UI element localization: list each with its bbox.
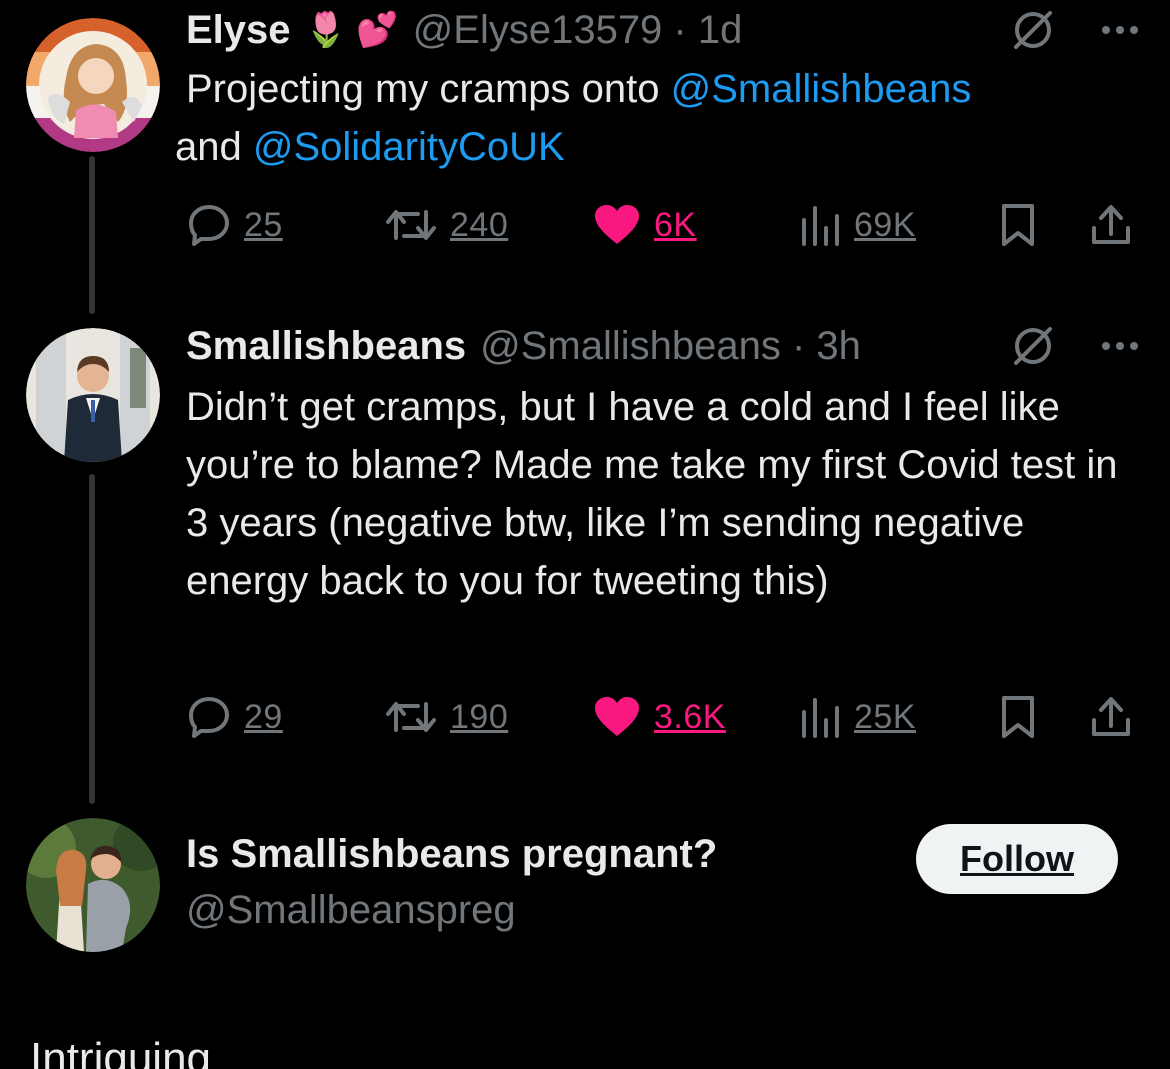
mention-smallishbeans[interactable]: @Smallishbeans — [671, 67, 972, 111]
thread-line — [89, 474, 95, 804]
tweet2-handle-time[interactable]: @Smallishbeans · 3h — [480, 324, 861, 369]
reply-icon — [189, 205, 229, 246]
grok-icon[interactable] — [1010, 323, 1056, 369]
views-button[interactable]: 69K — [798, 200, 916, 250]
avatar-smallishbeans-image — [26, 328, 160, 462]
views-icon — [802, 698, 839, 738]
reply-count: 29 — [244, 697, 283, 736]
retweet-icon — [386, 702, 436, 732]
mention-solidaritycouk[interactable]: @SolidarityCoUK — [253, 125, 565, 169]
avatar-smallbeanspreg-image — [26, 818, 160, 952]
views-count: 25K — [854, 697, 916, 736]
retweet-icon — [386, 210, 436, 240]
grok-icon[interactable] — [1010, 7, 1056, 53]
like-button[interactable]: 3.6K — [592, 692, 726, 742]
like-button[interactable]: 6K — [592, 200, 697, 250]
retweet-count: 190 — [450, 697, 509, 736]
avatar-elyse-image — [26, 18, 160, 152]
avatar-smallishbeans[interactable] — [26, 328, 160, 462]
tweet2-header-icons — [1010, 316, 1140, 376]
bookmark-button[interactable] — [998, 200, 1038, 250]
reply-icon — [189, 697, 229, 738]
heart-icon — [595, 697, 639, 736]
share-icon — [1092, 697, 1130, 736]
views-icon — [802, 206, 839, 246]
bookmark-icon — [1002, 204, 1034, 246]
tweet2-actions: 29 190 3.6K 25K — [186, 692, 1136, 742]
more-options-icon[interactable] — [1100, 23, 1140, 37]
tweet1-text-part: Projecting my cramps onto — [186, 67, 671, 111]
share-icon — [1092, 205, 1130, 244]
bookmark-icon — [1002, 696, 1034, 738]
tweet1-author-name[interactable]: Elyse — [186, 8, 291, 53]
reply-button[interactable]: 25 — [186, 200, 283, 250]
avatar-smallbeanspreg[interactable] — [26, 818, 160, 952]
reply-count: 25 — [244, 205, 283, 244]
views-button[interactable]: 25K — [798, 692, 916, 742]
tweet1-author-emojis: 🌷 💕 — [304, 11, 399, 49]
timeline: Elyse 🌷 💕 @Elyse13579 · 1d Projecting my… — [0, 0, 1170, 1069]
tweet1-actions: 25 240 6K 69K — [186, 200, 1136, 250]
like-count: 6K — [654, 205, 697, 244]
tweet1-header-icons — [1010, 0, 1140, 60]
views-count: 69K — [854, 205, 916, 244]
retweet-button[interactable]: 190 — [384, 692, 508, 742]
tweet1-header: Elyse 🌷 💕 @Elyse13579 · 1d — [186, 0, 1140, 60]
share-button[interactable] — [1088, 200, 1134, 250]
avatar-elyse[interactable] — [26, 18, 160, 152]
follow-button[interactable]: Follow — [916, 824, 1118, 894]
tweet2-author-name[interactable]: Smallishbeans — [186, 324, 466, 369]
suggested-account-name[interactable]: Is Smallishbeans pregnant? — [186, 832, 717, 877]
thread-line — [89, 156, 95, 314]
retweet-count: 240 — [450, 205, 509, 244]
suggested-account-handle[interactable]: @Smallbeanspreg — [186, 888, 516, 933]
tweet1-text: Projecting my cramps onto @Smallishbeans… — [175, 60, 1146, 176]
tweet1-text-part: and — [175, 125, 253, 169]
retweet-button[interactable]: 240 — [384, 200, 508, 250]
share-button[interactable] — [1088, 692, 1134, 742]
heart-icon — [595, 205, 639, 244]
tweet1-handle-time[interactable]: @Elyse13579 · 1d — [413, 8, 743, 53]
tweet2-header: Smallishbeans @Smallishbeans · 3h — [186, 316, 1140, 376]
bookmark-button[interactable] — [998, 692, 1038, 742]
like-count: 3.6K — [654, 697, 726, 736]
tweet2-text: Didn’t get cramps, but I have a cold and… — [186, 385, 1118, 603]
next-tweet-text: Intriguing — [30, 1034, 212, 1069]
reply-button[interactable]: 29 — [186, 692, 283, 742]
more-options-icon[interactable] — [1100, 339, 1140, 353]
